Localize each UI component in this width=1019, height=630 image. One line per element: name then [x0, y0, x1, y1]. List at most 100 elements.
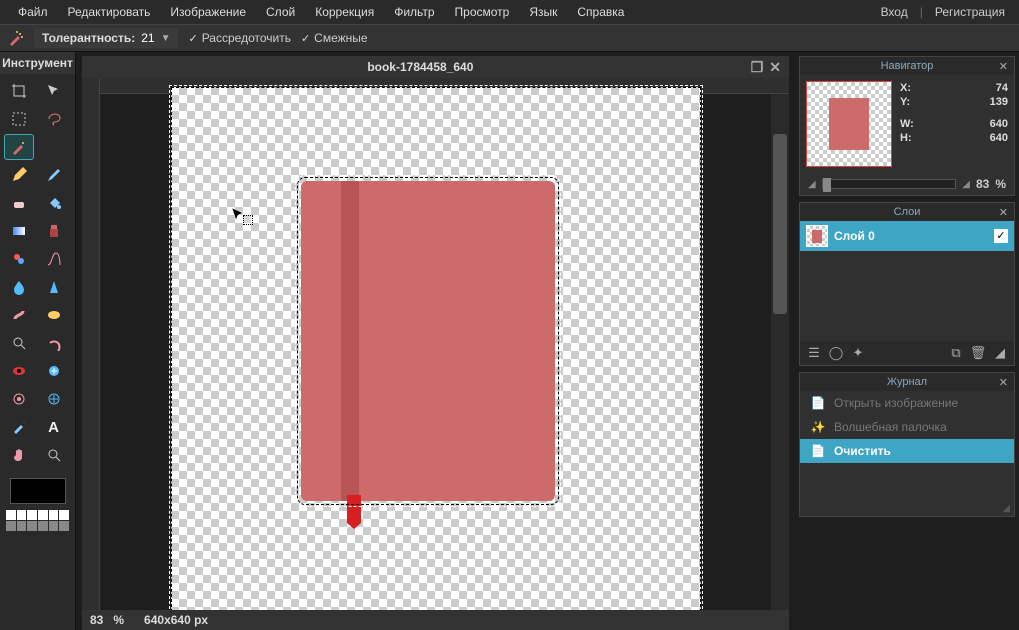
menu-file[interactable]: Файл: [8, 1, 58, 23]
zoom-tool[interactable]: [39, 442, 69, 468]
maximize-icon[interactable]: ❐: [751, 59, 764, 76]
history-label: Открыть изображение: [834, 396, 958, 410]
draw-tool[interactable]: [39, 246, 69, 272]
document-title: book-1784458_640: [90, 60, 751, 74]
close-icon[interactable]: ✕: [769, 59, 781, 76]
menu-help[interactable]: Справка: [567, 1, 634, 23]
status-zoom: 83: [90, 613, 103, 627]
gradient-tool[interactable]: [4, 218, 34, 244]
menu-view[interactable]: Просмотр: [445, 1, 520, 23]
history-item[interactable]: ✨ Волшебная палочка: [800, 415, 1014, 439]
layer-thumbnail: [806, 225, 828, 247]
crop-tool[interactable]: [4, 78, 34, 104]
zoom-slider[interactable]: [822, 179, 957, 189]
pinch-tool[interactable]: [39, 386, 69, 412]
layer-fx-icon[interactable]: ✦: [850, 345, 866, 361]
nav-h: 640: [990, 132, 1008, 144]
selection-book: [297, 177, 559, 505]
move-tool[interactable]: [39, 78, 69, 104]
history-item[interactable]: 📄Очистить: [800, 439, 1014, 463]
menu-edit[interactable]: Редактировать: [58, 1, 161, 23]
history-icon: 📄: [810, 396, 826, 410]
sharpen-tool[interactable]: [39, 274, 69, 300]
type-tool[interactable]: A: [39, 414, 69, 440]
close-icon[interactable]: ✕: [999, 376, 1008, 389]
layer-duplicate-icon[interactable]: ⧉: [948, 345, 964, 361]
nav-x: 74: [996, 82, 1008, 94]
tolerance-label: Толерантность:: [42, 31, 135, 45]
hand-tool[interactable]: [4, 442, 34, 468]
wand-icon: [8, 30, 24, 46]
history-title: Журнал: [887, 376, 927, 388]
brush-tool[interactable]: [39, 162, 69, 188]
layer-settings-icon[interactable]: ☰: [806, 345, 822, 361]
redeye-tool[interactable]: [4, 358, 34, 384]
nav-zoom-value: 83: [976, 177, 989, 191]
tolerance-control[interactable]: Толерантность: 21 ▼: [34, 28, 178, 48]
canvas[interactable]: [100, 94, 771, 610]
menu-image[interactable]: Изображение: [160, 1, 256, 23]
nav-w: 640: [990, 118, 1008, 130]
layer-mask-icon[interactable]: ◯: [828, 345, 844, 361]
navigator-thumbnail[interactable]: [806, 81, 892, 167]
image-content: [171, 87, 701, 610]
menu-layer[interactable]: Слой: [256, 1, 305, 23]
login-link[interactable]: Вход: [875, 1, 914, 23]
antialias-checkbox[interactable]: Рассредоточить: [188, 31, 290, 45]
layer-delete-icon[interactable]: 🗑: [970, 345, 986, 361]
wand-tool[interactable]: [4, 134, 34, 160]
color-palette[interactable]: [0, 510, 75, 531]
history-label: Очистить: [834, 444, 891, 458]
layers-panel: Слои✕ Слой 0 ✓ ☰ ◯ ✦ ⧉ 🗑 ◢: [799, 202, 1015, 366]
lasso-tool[interactable]: [39, 106, 69, 132]
pencil-tool[interactable]: [4, 162, 34, 188]
dodge-tool[interactable]: [4, 330, 34, 356]
blur-tool[interactable]: [4, 274, 34, 300]
status-bar: 83 % 640x640 px: [82, 610, 789, 630]
marquee-tool[interactable]: [4, 106, 34, 132]
close-icon[interactable]: ✕: [999, 60, 1008, 73]
history-item[interactable]: 📄 Открыть изображение: [800, 391, 1014, 415]
sponge-tool[interactable]: [39, 302, 69, 328]
bloat-tool[interactable]: [4, 386, 34, 412]
zoom-out-icon[interactable]: ◢: [808, 179, 816, 190]
bucket-tool[interactable]: [39, 190, 69, 216]
panel-menu-icon[interactable]: ◢: [992, 345, 1008, 361]
smudge-tool[interactable]: [4, 302, 34, 328]
layer-visibility-checkbox[interactable]: ✓: [994, 229, 1008, 243]
resize-handle-icon[interactable]: ◢: [800, 503, 1014, 516]
ruler-vertical: [82, 78, 100, 610]
contiguous-checkbox[interactable]: Смежные: [301, 31, 368, 45]
chevron-down-icon[interactable]: ▼: [161, 33, 171, 44]
replace-color-tool[interactable]: [4, 246, 34, 272]
color-swatch[interactable]: [10, 478, 66, 504]
history-icon: ✨: [810, 420, 826, 434]
cursor-marquee-icon: [243, 215, 253, 225]
canvas-area: book-1784458_640 ❐ ✕: [76, 52, 795, 630]
separator: |: [914, 1, 929, 23]
history-label: Волшебная палочка: [834, 420, 947, 434]
empty-tool: [39, 134, 69, 160]
eraser-tool[interactable]: [4, 190, 34, 216]
toolbox-title: Инструмент: [0, 52, 75, 74]
panels: Навигатор✕ X:74 Y:139 W:640 H:640 ◢ ◢ 83…: [795, 52, 1019, 630]
navigator-panel: Навигатор✕ X:74 Y:139 W:640 H:640 ◢ ◢ 83…: [799, 56, 1015, 196]
close-icon[interactable]: ✕: [999, 206, 1008, 219]
menu-filter[interactable]: Фильтр: [384, 1, 444, 23]
zoom-in-icon[interactable]: ◢: [962, 179, 970, 190]
layer-name: Слой 0: [834, 229, 988, 243]
tolerance-value: 21: [141, 31, 154, 45]
clone-tool[interactable]: [39, 218, 69, 244]
options-bar: Толерантность: 21 ▼ Рассредоточить Смежн…: [0, 24, 1019, 52]
scrollbar-vertical[interactable]: [771, 94, 789, 610]
menu-adjust[interactable]: Коррекция: [305, 1, 384, 23]
status-dimensions: 640x640 px: [144, 613, 208, 627]
register-link[interactable]: Регистрация: [929, 1, 1011, 23]
burn-tool[interactable]: [39, 330, 69, 356]
picker-tool[interactable]: [4, 414, 34, 440]
layer-row[interactable]: Слой 0 ✓: [800, 221, 1014, 251]
spot-heal-tool[interactable]: [39, 358, 69, 384]
menu-lang[interactable]: Язык: [519, 1, 567, 23]
menubar: Файл Редактировать Изображение Слой Корр…: [0, 0, 1019, 24]
nav-y: 139: [990, 96, 1008, 108]
